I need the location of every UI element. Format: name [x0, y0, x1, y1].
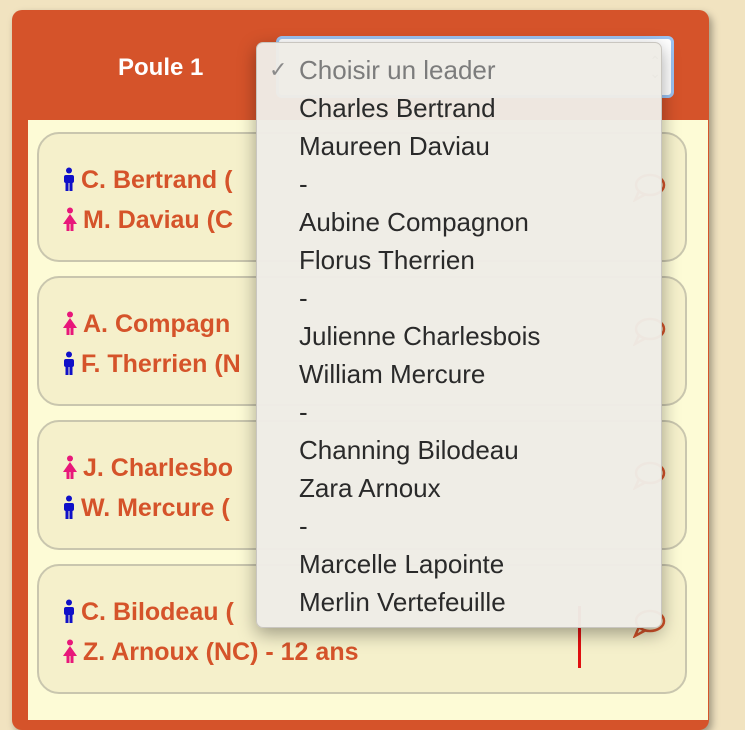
dropdown-separator: -: [299, 169, 308, 199]
player-line: J. Charlesbo: [61, 454, 233, 483]
male-icon: [64, 351, 74, 375]
group-title: Poule 1: [118, 54, 204, 81]
female-icon: [63, 639, 77, 663]
player-line: C. Bertrand (: [61, 166, 232, 195]
player-name: Z. Arnoux (NC) - 12 ans: [83, 638, 359, 666]
male-icon: [64, 599, 74, 623]
male-icon: [64, 495, 74, 519]
dropdown-option[interactable]: Merlin Vertefeuille: [299, 587, 506, 618]
dropdown-option[interactable]: Aubine Compagnon: [299, 207, 529, 238]
player-line: C. Bilodeau (: [61, 598, 234, 627]
player-name: J. Charlesbo: [83, 454, 234, 482]
player-line: M. Daviau (C: [61, 206, 233, 235]
dropdown-option[interactable]: Zara Arnoux: [299, 473, 441, 504]
male-icon: [64, 167, 74, 191]
dropdown-option[interactable]: Maureen Daviau: [299, 131, 490, 162]
female-icon: [63, 455, 77, 479]
dropdown-separator: -: [299, 511, 308, 541]
player-name: F. Therrien (N: [81, 350, 241, 378]
player-name: C. Bilodeau (: [81, 598, 234, 626]
player-line: W. Mercure (: [61, 494, 230, 523]
player-line: A. Compagn: [61, 310, 230, 339]
dropdown-separator: -: [299, 283, 308, 313]
player-line: Z. Arnoux (NC) - 12 ans: [61, 638, 359, 667]
player-name: W. Mercure (: [81, 494, 230, 522]
dropdown-option[interactable]: Julienne Charlesbois: [299, 321, 540, 352]
dropdown-option-placeholder[interactable]: Choisir un leader: [299, 55, 496, 86]
dropdown-option[interactable]: Florus Therrien: [299, 245, 475, 276]
female-icon: [63, 207, 77, 231]
player-name: C. Bertrand (: [81, 166, 233, 194]
dropdown-option[interactable]: Marcelle Lapointe: [299, 549, 504, 580]
player-name: A. Compagn: [83, 310, 231, 338]
dropdown-option[interactable]: Channing Bilodeau: [299, 435, 519, 466]
female-icon: [63, 311, 77, 335]
player-name: M. Daviau (C: [83, 206, 234, 234]
dropdown-separator: -: [299, 397, 308, 427]
player-line: F. Therrien (N: [61, 350, 241, 379]
dropdown-option[interactable]: Charles Bertrand: [299, 93, 496, 124]
leader-dropdown-menu[interactable]: ✓ Choisir un leader Charles Bertrand Mau…: [256, 42, 662, 628]
dropdown-option[interactable]: William Mercure: [299, 359, 485, 390]
checkmark-icon: ✓: [269, 57, 288, 82]
